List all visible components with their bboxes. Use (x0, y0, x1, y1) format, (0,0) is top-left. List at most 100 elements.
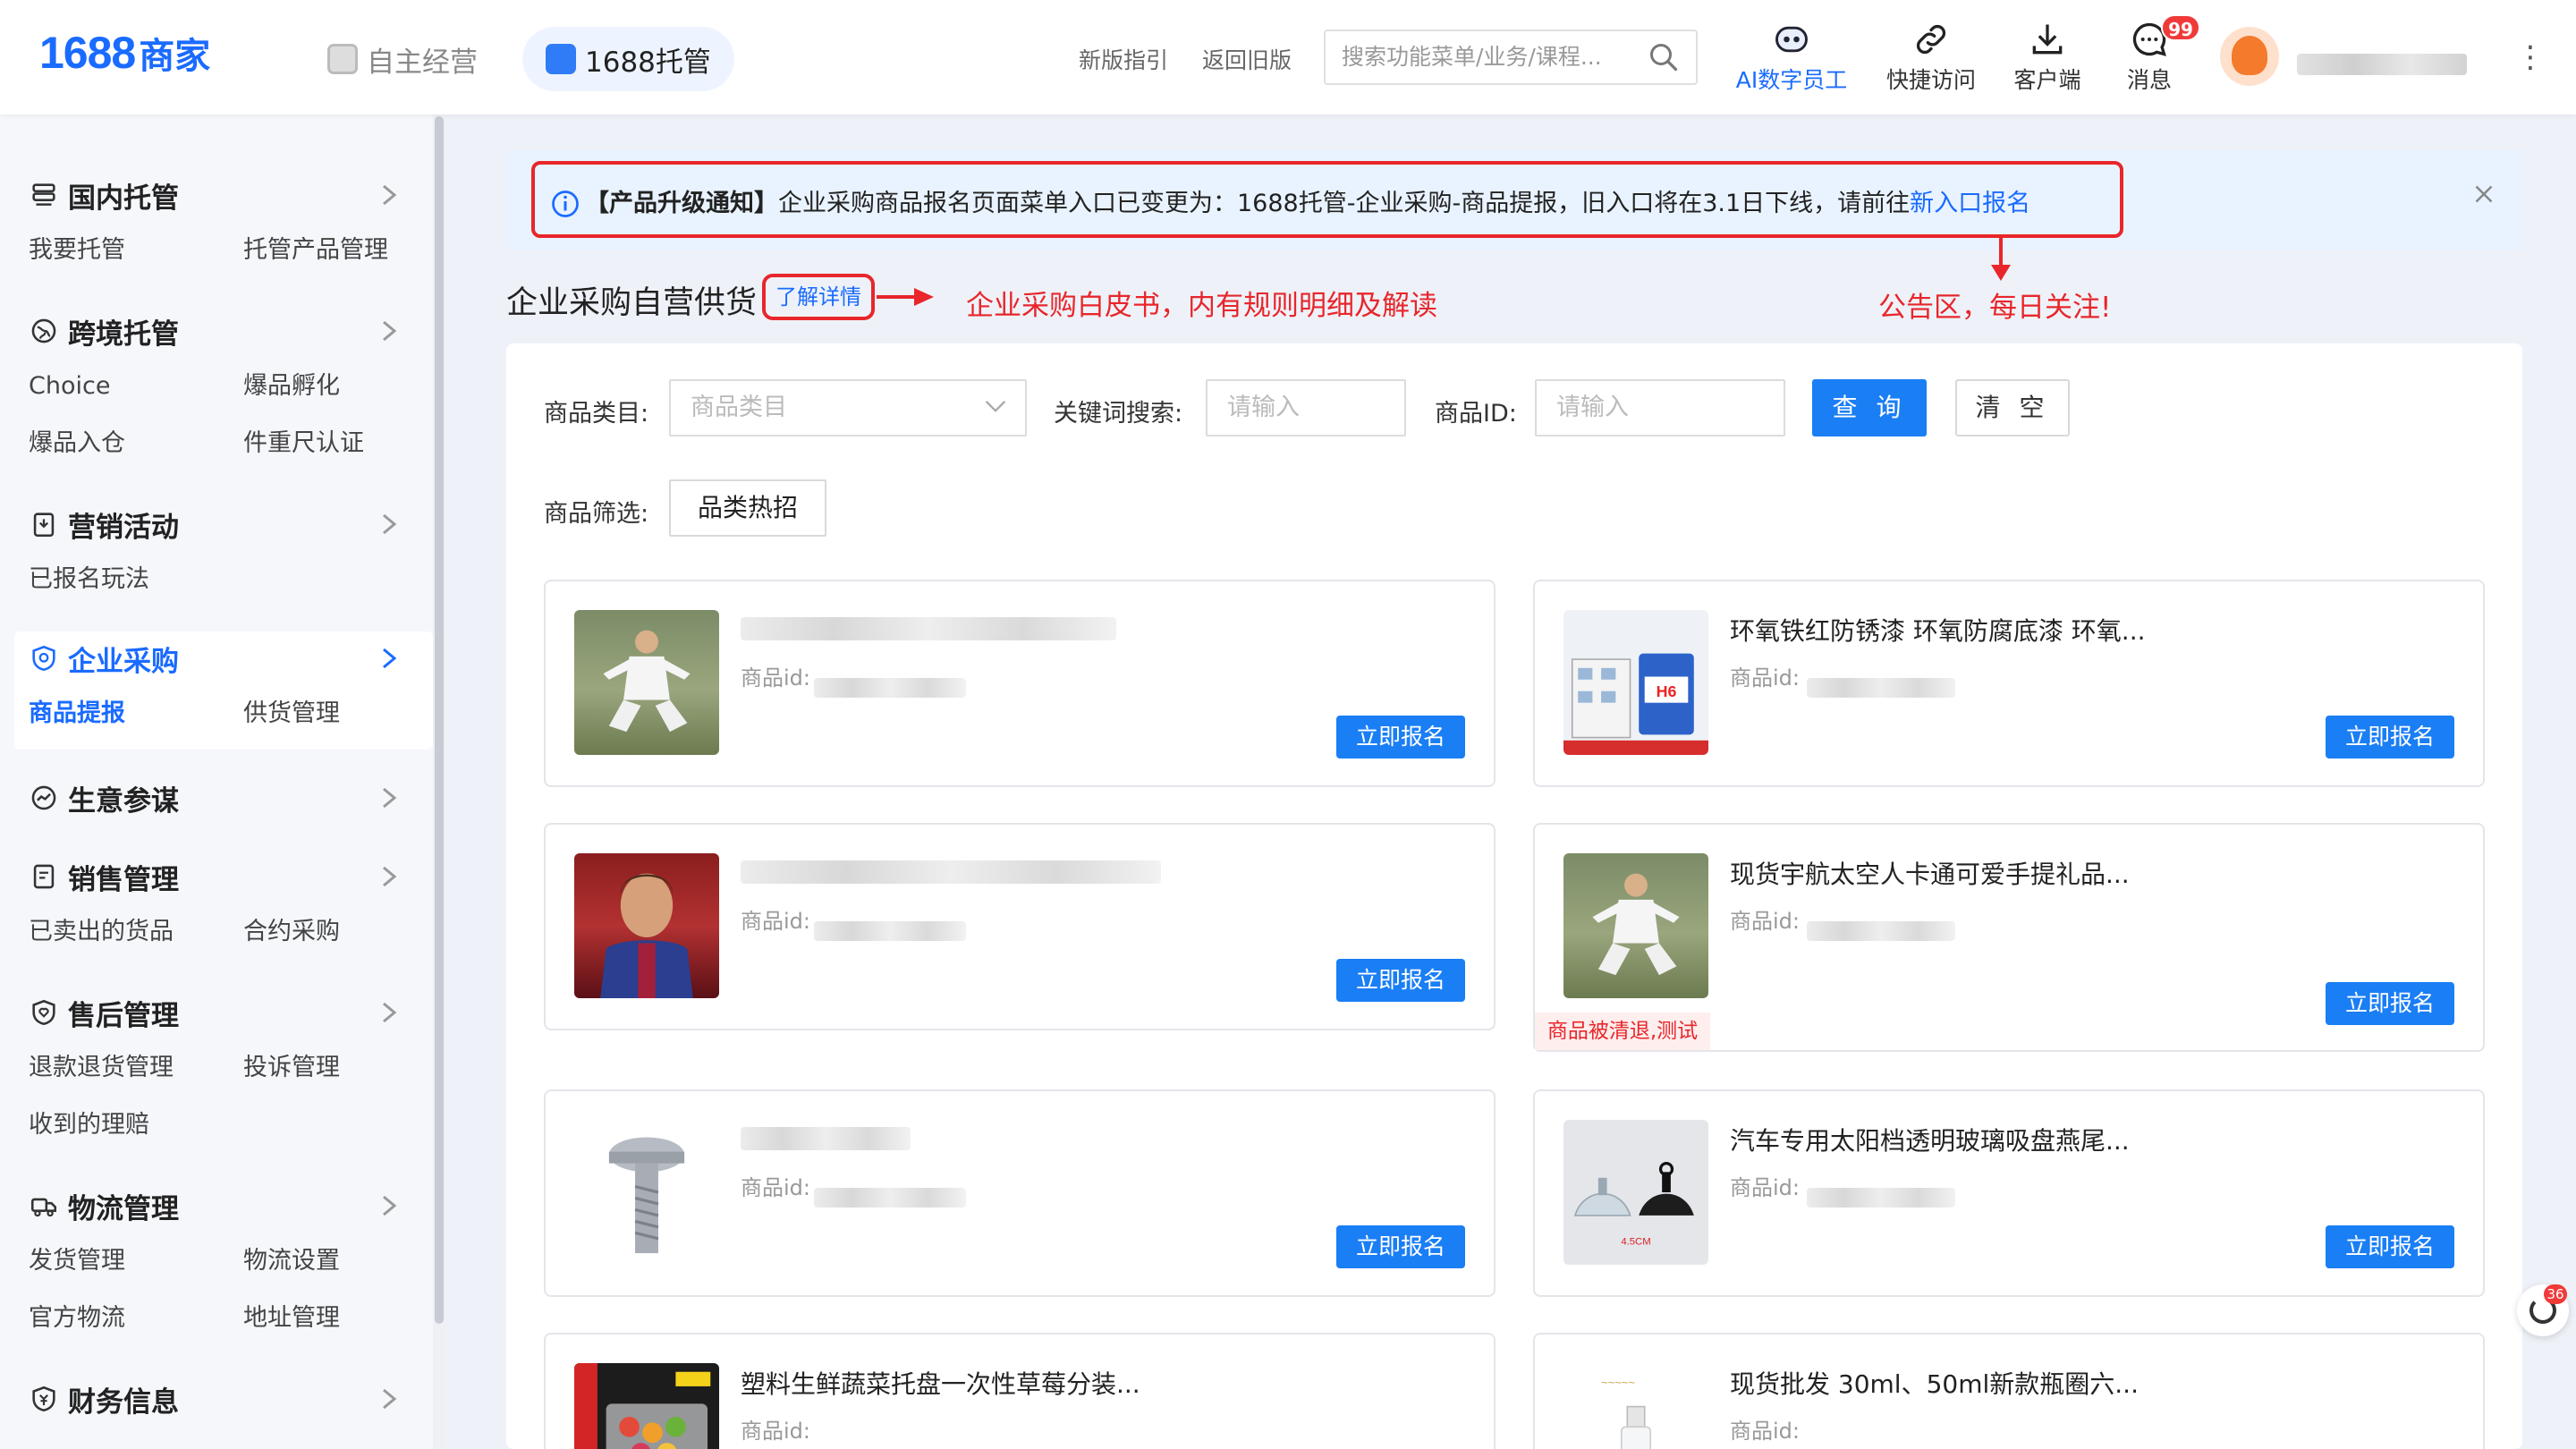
logo[interactable]: 1688 商家 (39, 27, 210, 79)
sidebar-item-want-hosting[interactable]: 我要托管 (29, 222, 243, 279)
sidebar-item-weight-certification[interactable]: 件重尺认证 (243, 415, 440, 472)
sidebar-group-logistics: 物流管理 发货管理 物流设置 官方物流 地址管理 (14, 1179, 433, 1347)
product-thumbnail[interactable] (574, 853, 719, 998)
sidebar-group-business-advisor: 生意参谋 (14, 771, 433, 825)
annotation-arrow-right (877, 288, 934, 306)
sidebar-item-marketing[interactable]: 营销活动 (14, 497, 433, 551)
doc-icon (33, 864, 55, 889)
category-select[interactable]: 商品类目 (669, 379, 1027, 436)
sidebar-item-after-sales[interactable]: 售后管理 (14, 986, 433, 1039)
sidebar-item-logistics-settings[interactable]: 物流设置 (243, 1233, 440, 1290)
category-label: 商品类目: (544, 400, 649, 428)
sidebar-item-hosting-products[interactable]: 托管产品管理 (243, 222, 440, 279)
chevron-right-icon (383, 866, 397, 887)
redacted-product-id (814, 921, 966, 941)
redacted-product-id (1807, 921, 1955, 941)
annotation-arrow-down (1991, 238, 2011, 281)
sidebar-item-received-claims[interactable]: 收到的理赔 (29, 1097, 243, 1154)
sidebar-item-business-advisor[interactable]: 生意参谋 (14, 771, 433, 825)
svg-text:~~~~~: ~~~~~ (1601, 1376, 1635, 1389)
apply-button[interactable]: 立即报名 (1336, 1225, 1465, 1268)
sidebar-item-supply-management[interactable]: 供货管理 (243, 685, 440, 742)
product-id-label: 商品id: (741, 909, 810, 934)
sidebar-group-domestic-hosting: 国内托管 我要托管 托管产品管理 (14, 168, 433, 279)
sidebar-group-sales: 销售管理 已卖出的货品 合约采购 (14, 850, 433, 961)
sidebar-item-hot-incubation[interactable]: 爆品孵化 (243, 358, 440, 415)
product-title[interactable]: 塑料生鲜蔬菜托盘一次性草莓分装... (741, 1365, 1140, 1401)
new-entry-link[interactable]: 新入口报名 (1910, 190, 2030, 217)
product-thumbnail[interactable] (574, 1363, 719, 1449)
product-id-label: 商品id: (1730, 909, 1800, 934)
sidebar-item-complaint-management[interactable]: 投诉管理 (243, 1039, 440, 1097)
search-icon[interactable] (1648, 41, 1680, 73)
message-count-badge: 99 (2161, 14, 2200, 41)
ai-assistant-button[interactable]: AI数字员工 (1724, 20, 1859, 95)
sidebar-item-enterprise-purchase[interactable]: 企业采购 (14, 631, 433, 685)
soccer-player-image (1592, 873, 1680, 976)
product-title[interactable]: 汽车专用太阳档透明玻璃吸盘燕尾... (1730, 1122, 2130, 1157)
chevron-right-icon (383, 648, 397, 669)
page-title: 企业采购自营供货 (506, 285, 758, 321)
sidebar-item-address-management[interactable]: 地址管理 (243, 1290, 440, 1347)
redacted-product-id (1807, 1188, 1955, 1208)
category-hot-recruit-chip[interactable]: 品类热招 (669, 479, 826, 537)
sidebar-item-official-logistics[interactable]: 官方物流 (29, 1290, 243, 1347)
apply-button[interactable]: 立即报名 (2326, 1225, 2454, 1268)
sidebar-item-sales[interactable]: 销售管理 (14, 850, 433, 903)
chevron-right-icon (383, 513, 397, 535)
product-title[interactable]: 环氧铁红防锈漆 环氧防腐底漆 环氧... (1730, 612, 2146, 648)
floating-assistant-button[interactable]: 36 (2517, 1284, 2569, 1336)
apply-button[interactable]: 立即报名 (2326, 982, 2454, 1025)
search-input[interactable]: 搜索功能菜单/业务/课程... (1324, 30, 1698, 85)
avatar[interactable] (2220, 27, 2279, 86)
close-icon[interactable] (2469, 179, 2499, 209)
product-card: 商品id: 立即报名 (544, 580, 1496, 787)
sidebar-item-shipping-management[interactable]: 发货管理 (29, 1233, 243, 1290)
sidebar-item-cross-border[interactable]: 跨境托管 (14, 304, 433, 358)
sidebar-item-choice[interactable]: Choice (29, 358, 243, 415)
product-id-input[interactable]: 请输入 (1535, 379, 1785, 436)
fruit-tray-image (574, 1363, 711, 1449)
product-thumbnail[interactable]: H6 (1563, 610, 1708, 755)
apply-button[interactable]: 立即报名 (1336, 959, 1465, 1002)
notice-text: 【产品升级通知】企业采购商品报名页面菜单入口已变更为：1688托管-企业采购-商… (585, 190, 2031, 217)
apply-button[interactable]: 立即报名 (2326, 716, 2454, 758)
product-thumbnail[interactable] (1563, 853, 1708, 998)
learn-more-link[interactable]: 了解详情 (762, 274, 875, 320)
quick-access-button[interactable]: 快捷访问 (1864, 20, 1998, 95)
keyword-input[interactable]: 请输入 (1206, 379, 1406, 436)
new-guide-link[interactable]: 新版指引 (1079, 43, 1168, 75)
redacted-product-title (741, 617, 1116, 640)
product-thumbnail[interactable]: ~~~~~ (1563, 1363, 1708, 1449)
product-filter-label: 商品筛选: (544, 500, 649, 528)
download-icon (2032, 24, 2063, 55)
product-thumbnail[interactable]: 4.5CM (1563, 1120, 1708, 1265)
robot-face-icon (1775, 26, 1808, 53)
apply-button[interactable]: 立即报名 (1336, 716, 1465, 758)
chevron-right-icon (383, 787, 397, 809)
product-title[interactable]: 现货宇航太空人卡通可爱手提礼品... (1730, 855, 2130, 891)
product-thumbnail[interactable] (574, 610, 719, 755)
mode-tab-self-operated[interactable]: 自主经营 (304, 27, 501, 91)
sidebar-item-refund-management[interactable]: 退款退货管理 (29, 1039, 243, 1097)
sidebar-group-cross-border: 跨境托管 Choice 爆品孵化 爆品入仓 件重尺认证 (14, 304, 433, 472)
product-card: 商品id: 立即报名 (544, 823, 1496, 1030)
product-thumbnail[interactable] (574, 1120, 719, 1265)
mode-tab-managed[interactable]: 1688托管 (522, 27, 734, 91)
clear-button[interactable]: 清 空 (1955, 379, 2070, 436)
sidebar-item-contract-purchase[interactable]: 合约采购 (243, 903, 440, 961)
product-title[interactable]: 现货批发 30ml、50ml新款瓶圈六... (1730, 1365, 2139, 1401)
sidebar-item-product-submission[interactable]: 商品提报 (29, 685, 243, 742)
back-to-old-link[interactable]: 返回旧版 (1202, 43, 1292, 75)
sidebar-item-sold-goods[interactable]: 已卖出的货品 (29, 903, 243, 961)
product-card: 商品被清退,测试 现货宇航太空人卡通可爱手提礼品... 商品id: 立即报名 (1533, 823, 2485, 1052)
sidebar-item-finance[interactable]: 财务信息 (14, 1372, 433, 1426)
more-menu-icon[interactable]: ⋮ (2515, 41, 2546, 73)
sidebar-item-domestic-hosting[interactable]: 国内托管 (14, 168, 433, 222)
query-button[interactable]: 查 询 (1812, 379, 1927, 436)
paint-bucket-image: H6 (1563, 653, 1708, 755)
sidebar-item-registered-activities[interactable]: 已报名玩法 (29, 551, 243, 608)
sidebar-item-logistics[interactable]: 物流管理 (14, 1179, 433, 1233)
username-redacted[interactable] (2297, 54, 2467, 75)
sidebar-item-hot-warehousing[interactable]: 爆品入仓 (29, 415, 243, 472)
